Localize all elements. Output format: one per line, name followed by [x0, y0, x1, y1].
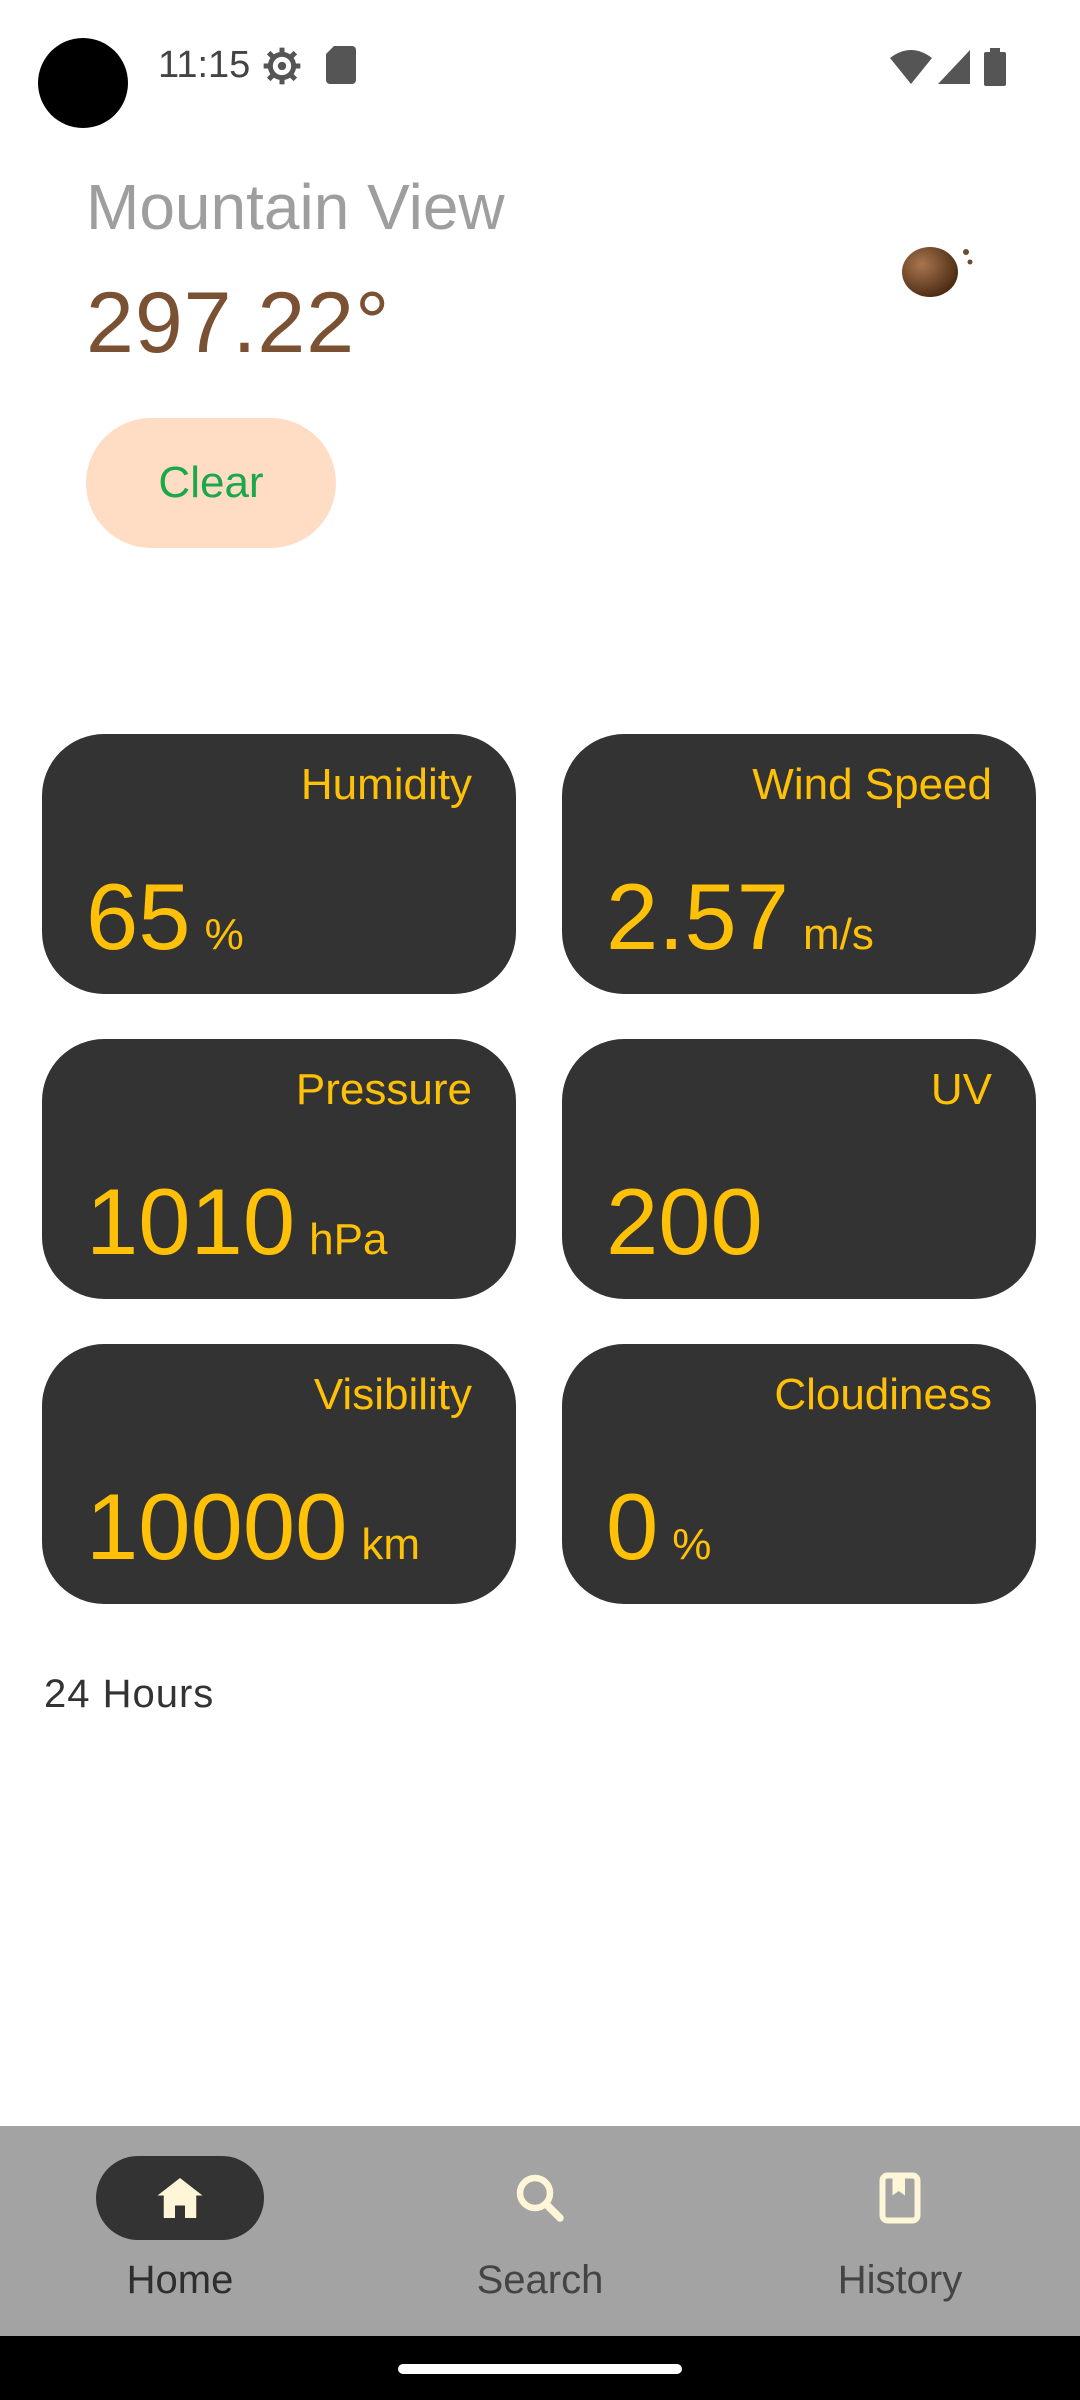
card-value: 65 [86, 864, 191, 969]
gesture-handle[interactable] [398, 2364, 682, 2374]
card-label: UV [930, 1065, 992, 1114]
nav-item-history[interactable]: History [720, 2126, 1080, 2336]
card-label: Pressure [295, 1065, 472, 1114]
card-value: 1010 [86, 1169, 296, 1274]
wifi-icon [890, 50, 932, 84]
card-label: Cloudiness [774, 1370, 992, 1419]
humidity-card: Humidity 65 % [42, 734, 516, 994]
card-unit: hPa [309, 1215, 388, 1264]
cloudiness-card: Cloudiness 0 % [562, 1344, 1036, 1604]
card-unit: km [361, 1520, 421, 1569]
card-value: 10000 [86, 1474, 348, 1579]
bottom-navigation: Home Search History [0, 2126, 1080, 2336]
camera-cutout [38, 38, 128, 128]
signal-icon [938, 50, 970, 84]
card-unit: % [672, 1520, 712, 1569]
sd-card-icon [326, 46, 356, 84]
status-time: 11:15 [158, 44, 251, 86]
card-label: Humidity [300, 760, 472, 809]
battery-icon [984, 48, 1006, 86]
hours-section-title: 24 Hours [44, 1672, 215, 1716]
wind-speed-card: Wind Speed 2.57 m/s [562, 734, 1036, 994]
uv-card: UV 200 [562, 1039, 1036, 1299]
clear-weather-icon [902, 247, 973, 297]
nav-label: Home [126, 2258, 234, 2302]
visibility-card: Visibility 10000 km [42, 1344, 516, 1604]
search-icon [516, 2174, 564, 2222]
card-unit: m/s [802, 910, 874, 959]
nav-item-search[interactable]: Search [360, 2126, 720, 2336]
nav-item-home[interactable]: Home [0, 2126, 360, 2336]
home-icon [157, 2178, 203, 2218]
card-value: 0 [606, 1474, 659, 1579]
nav-label: History [837, 2258, 963, 2302]
pressure-card: Pressure 1010 hPa [42, 1039, 516, 1299]
nav-label: Search [476, 2258, 604, 2302]
card-label: Visibility [313, 1370, 472, 1419]
bookmark-icon [879, 2172, 921, 2224]
card-unit: % [204, 910, 244, 959]
settings-gear-icon [263, 47, 301, 85]
temperature: 297.22° [86, 275, 391, 371]
card-label: Wind Speed [752, 760, 992, 809]
card-value: 2.57 [606, 864, 789, 969]
card-value: 200 [606, 1169, 763, 1274]
condition-clear-button[interactable]: Clear [86, 418, 336, 548]
city-name: Mountain View [86, 171, 505, 243]
status-bar: 11:15 [0, 0, 1080, 136]
